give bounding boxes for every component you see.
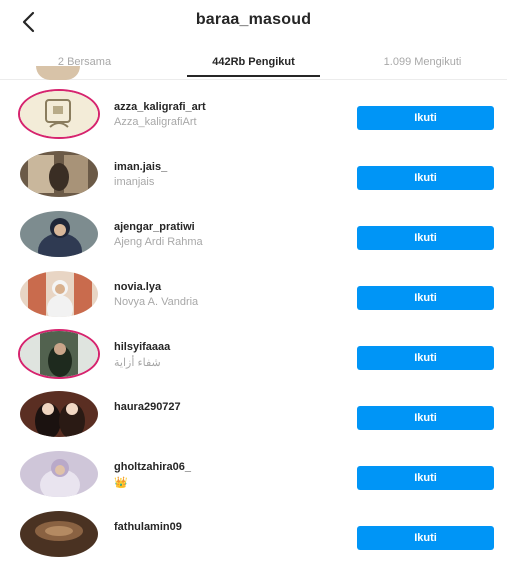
username[interactable]: ajengar_pratiwi xyxy=(114,221,344,233)
full-name: Novya A. Vandria xyxy=(114,296,199,308)
list-item: hilsyifaaaa شفاء أزاية Ikuti xyxy=(0,324,507,384)
list-item: ajengar_pratiwi Ajeng Ardi Rahma Ikuti xyxy=(0,204,507,264)
follow-button[interactable]: Ikuti xyxy=(357,106,494,130)
avatar[interactable] xyxy=(20,331,98,377)
tabs-divider xyxy=(0,79,507,80)
tab-following[interactable]: 1.099 Mengikuti xyxy=(338,44,507,80)
top-bar: baraa_masoud xyxy=(0,0,507,44)
avatar[interactable] xyxy=(20,211,98,257)
avatar[interactable] xyxy=(20,271,98,317)
full-name: 👑 xyxy=(114,477,128,489)
follow-button[interactable]: Ikuti xyxy=(357,526,494,550)
username[interactable]: fathulamin09 xyxy=(114,521,344,533)
username[interactable]: gholtzahira06_ xyxy=(114,461,344,473)
list-item: azza_kaligrafi_art Azza_kaligrafiArt Iku… xyxy=(0,84,507,144)
avatar[interactable] xyxy=(20,391,98,437)
avatar[interactable] xyxy=(20,91,98,137)
full-name: Azza_kaligrafiArt xyxy=(114,116,197,128)
tab-followers[interactable]: 442Rb Pengikut xyxy=(169,44,338,80)
avatar[interactable] xyxy=(20,511,98,557)
follow-button[interactable]: Ikuti xyxy=(357,226,494,250)
avatar[interactable] xyxy=(20,451,98,497)
tab-mutual[interactable]: 2 Bersama xyxy=(0,44,169,80)
list-item: novia.lya Novya A. Vandria Ikuti xyxy=(0,264,507,324)
follow-button[interactable]: Ikuti xyxy=(357,166,494,190)
follow-button[interactable]: Ikuti xyxy=(357,406,494,430)
follow-button[interactable]: Ikuti xyxy=(357,466,494,490)
follow-button[interactable]: Ikuti xyxy=(357,346,494,370)
page-title: baraa_masoud xyxy=(195,11,312,28)
list-item: haura290727 Ikuti xyxy=(0,384,507,444)
list-item: gholtzahira06_ 👑 Ikuti xyxy=(0,444,507,504)
avatar[interactable] xyxy=(20,151,98,197)
list-item: iman.jais_ imanjais Ikuti xyxy=(0,144,507,204)
list-item: fathulamin09 Ikuti xyxy=(0,504,507,564)
username[interactable]: iman.jais_ xyxy=(114,161,344,173)
username[interactable]: novia.lya xyxy=(114,281,344,293)
username[interactable]: azza_kaligrafi_art xyxy=(114,101,344,113)
username[interactable]: hilsyifaaaa xyxy=(114,341,344,353)
username[interactable]: haura290727 xyxy=(114,401,344,413)
followers-list: azza_kaligrafi_art Azza_kaligrafiArt Iku… xyxy=(0,84,507,564)
follow-button[interactable]: Ikuti xyxy=(357,286,494,310)
full-name: imanjais xyxy=(114,176,155,188)
full-name: شفاء أزاية xyxy=(114,357,161,369)
full-name: Ajeng Ardi Rahma xyxy=(114,236,203,248)
